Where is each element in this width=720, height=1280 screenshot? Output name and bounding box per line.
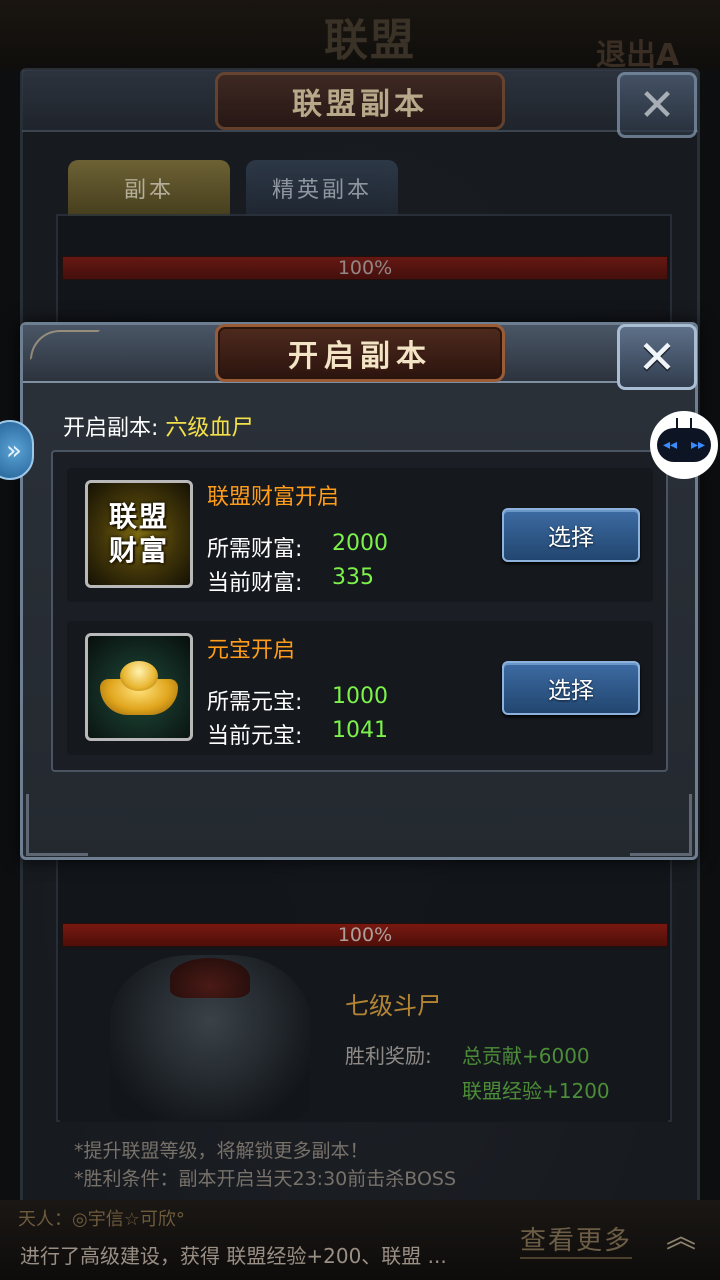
alliance-dungeon-title: 联盟副本 (292, 87, 428, 122)
required-ingot-label: 所需元宝: (207, 690, 303, 715)
corner-ornament-icon (630, 794, 692, 856)
see-more-link[interactable]: 查看更多 (520, 1220, 633, 1259)
current-wealth-value: 335 (332, 565, 374, 590)
select-ingot-button[interactable]: 选择 (502, 661, 640, 715)
alliance-wealth-icon-text: 联盟 财富 (109, 500, 169, 568)
alliance-wealth-icon-text-line: 财富 (108, 534, 169, 567)
floating-assistant-button[interactable]: ◂◂ ▸▸ (650, 411, 718, 479)
close-icon: ✕ (637, 330, 677, 384)
close-icon: ✕ (638, 79, 676, 131)
boss-hat (170, 958, 250, 998)
current-ingot-value: 1041 (332, 718, 388, 743)
boss-hp-text: 100% (337, 924, 393, 946)
boss-hp-text: 100% (337, 257, 393, 279)
corner-ornament-icon (26, 794, 88, 856)
required-wealth-value: 2000 (332, 531, 388, 556)
antenna-icon (676, 418, 692, 428)
required-ingot-value: 1000 (332, 684, 388, 709)
tab-elite-dungeon[interactable]: 精英副本 (246, 160, 398, 216)
chat-message-sender: 天人：◎宇信☆可欣° (18, 1209, 185, 1229)
boss-hp-bar: 100% (62, 923, 668, 947)
boss-hp-bar: 100% (62, 256, 668, 280)
alliance-wealth-icon-text-line: 联盟 (108, 500, 169, 533)
select-wealth-button[interactable]: 选择 (502, 508, 640, 562)
chat-message-text: 进行了高级建设，获得 联盟经验+200、联盟 ... (20, 1244, 447, 1268)
dialog-close-button[interactable]: ✕ (617, 324, 697, 390)
option-title: 元宝开启 (207, 638, 296, 663)
boss-name: 七级斗尸 (345, 992, 441, 1020)
alliance-dungeon-title-plate: 联盟副本 (215, 72, 505, 130)
ingot-top (120, 661, 158, 691)
select-button-label: 选择 (548, 678, 594, 704)
current-wealth-label: 当前财富: (207, 571, 303, 596)
current-ingot-label: 当前元宝: (207, 724, 303, 749)
gold-ingot-icon (85, 633, 193, 741)
chevron-up-icon[interactable]: ︽ (664, 1218, 698, 1258)
dialog-title: 开启副本 (288, 339, 432, 374)
reward-alliance-exp: 联盟经验+1200 (462, 1079, 610, 1103)
bg-page-title: 联盟 (324, 15, 416, 66)
reward-label: 胜利奖励: (345, 1044, 432, 1068)
option-title: 联盟财富开启 (207, 485, 340, 510)
open-dungeon-label: 开启副本: 六级血尸 (63, 410, 253, 442)
alliance-wealth-icon: 联盟 财富 (85, 480, 193, 588)
open-dungeon-label-text: 开启副本: (63, 416, 159, 441)
dialog-title-plate: 开启副本 (215, 324, 505, 382)
select-button-label: 选择 (548, 525, 594, 551)
required-wealth-label: 所需财富: (207, 537, 303, 562)
ingot-shape (100, 659, 178, 715)
double-chevron-right-icon: » (6, 436, 22, 466)
assistant-tv-icon: ◂◂ ▸▸ (657, 418, 711, 462)
bg-exit-text: 退出A (596, 38, 680, 70)
unlock-note: *提升联盟等级，将解锁更多副本！ (74, 1140, 369, 1162)
rewind-icon: ◂◂ (663, 437, 678, 453)
tab-dungeon[interactable]: 副本 (68, 160, 230, 216)
open-dungeon-name: 六级血尸 (165, 416, 254, 441)
fast-forward-icon: ▸▸ (690, 437, 705, 453)
back-panel-close-button[interactable]: ✕ (617, 72, 697, 138)
victory-condition-note: *胜利条件：副本开启当天23:30前击杀BOSS (74, 1168, 457, 1190)
reward-contribution: 总贡献+6000 (462, 1044, 590, 1068)
